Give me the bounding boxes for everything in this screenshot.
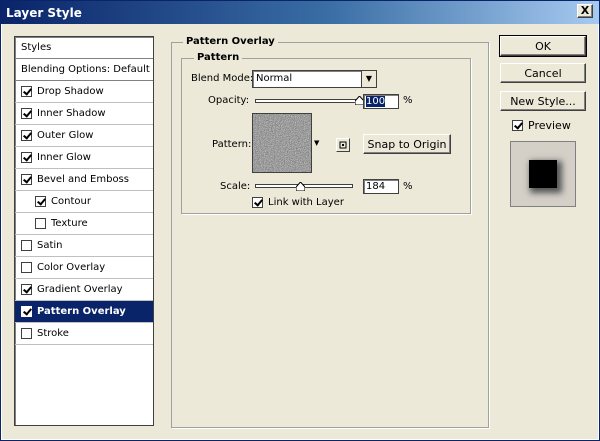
style-preview [510,141,576,207]
pattern-group-title: Pattern [194,52,243,63]
pattern-overlay-checkbox[interactable] [21,306,32,317]
style-item-pattern-overlay[interactable]: Pattern Overlay [15,301,153,323]
title-bar: Layer Style X [1,1,599,24]
style-item-label: Stroke [37,328,69,339]
stroke-checkbox[interactable] [21,328,32,339]
new-style-button[interactable]: New Style... [500,91,586,111]
scale-unit: % [403,181,413,192]
style-item-stroke[interactable]: Stroke [15,323,153,345]
opacity-value: 100 [366,96,386,107]
link-with-layer-checkbox[interactable] [252,197,263,208]
inner-glow-checkbox[interactable] [21,152,32,163]
style-item-inner-shadow[interactable]: Inner Shadow [15,103,153,125]
blend-mode-select[interactable]: Normal ▼ [252,70,377,88]
styles-list: Styles Blending Options: Default Drop Sh… [14,36,154,426]
styles-header[interactable]: Styles [15,37,153,59]
style-item-label: Texture [51,218,88,229]
style-item-label: Outer Glow [37,130,94,141]
link-with-layer[interactable]: Link with Layer [252,197,344,208]
style-item-label: Inner Shadow [37,108,106,119]
new-preset-icon [339,141,347,149]
style-item-texture[interactable]: Texture [15,213,153,235]
link-with-layer-label: Link with Layer [268,197,344,208]
ok-button[interactable]: OK [499,35,587,57]
texture-checkbox[interactable] [35,218,46,229]
style-item-outer-glow[interactable]: Outer Glow [15,125,153,147]
close-button[interactable]: X [577,4,593,18]
style-item-label: Bevel and Emboss [37,174,129,185]
style-item-label: Contour [51,196,91,207]
preview-checkbox[interactable] [512,120,523,131]
style-item-satin[interactable]: Satin [15,235,153,257]
cancel-button[interactable]: Cancel [500,63,586,83]
preview-label: Preview [528,119,571,132]
style-item-label: Pattern Overlay [37,306,126,317]
contour-checkbox[interactable] [35,196,46,207]
style-item-contour[interactable]: Contour [15,191,153,213]
gradient-overlay-checkbox[interactable] [21,284,32,295]
color-overlay-checkbox[interactable] [21,262,32,273]
bevel-emboss-checkbox[interactable] [21,174,32,185]
scale-label: Scale: [220,181,251,192]
opacity-input[interactable]: 100 [363,94,399,109]
style-item-drop-shadow[interactable]: Drop Shadow [15,81,153,103]
style-item-label: Satin [37,240,63,251]
scale-slider-thumb[interactable] [295,182,305,191]
scale-input[interactable]: 184 [363,179,399,194]
layer-style-dialog: Layer Style X Styles Blending Options: D… [0,0,600,441]
snap-to-origin-button[interactable]: Snap to Origin [363,134,451,154]
satin-checkbox[interactable] [21,240,32,251]
blend-mode-label: Blend Mode: [191,73,254,84]
pattern-picker-arrow-icon[interactable]: ▼ [314,139,319,147]
pattern-noise-texture [253,114,311,172]
style-item-gradient-overlay[interactable]: Gradient Overlay [15,279,153,301]
opacity-label: Opacity: [208,95,250,106]
close-icon: X [580,4,590,17]
drop-shadow-checkbox[interactable] [21,86,32,97]
blending-options-item[interactable]: Blending Options: Default [15,59,153,81]
preview-swatch [529,160,557,188]
new-preset-button[interactable] [336,138,350,152]
inner-shadow-checkbox[interactable] [21,108,32,119]
pattern-overlay-title: Pattern Overlay [183,36,278,47]
pattern-swatch[interactable] [252,113,312,173]
preview-toggle[interactable]: Preview [512,119,571,132]
window-title: Layer Style [6,5,82,20]
style-item-inner-glow[interactable]: Inner Glow [15,147,153,169]
scale-value: 184 [366,181,386,192]
style-item-color-overlay[interactable]: Color Overlay [15,257,153,279]
blend-mode-value: Normal [256,73,293,84]
style-item-label: Color Overlay [37,262,106,273]
opacity-slider-track[interactable] [255,99,359,103]
outer-glow-checkbox[interactable] [21,130,32,141]
opacity-unit: % [403,95,413,106]
style-item-label: Drop Shadow [37,86,104,97]
style-item-label: Gradient Overlay [37,284,123,295]
style-item-label: Inner Glow [37,152,91,163]
style-item-bevel-emboss[interactable]: Bevel and Emboss [15,169,153,191]
chevron-down-icon[interactable]: ▼ [361,71,376,87]
pattern-label: Pattern: [212,139,252,150]
